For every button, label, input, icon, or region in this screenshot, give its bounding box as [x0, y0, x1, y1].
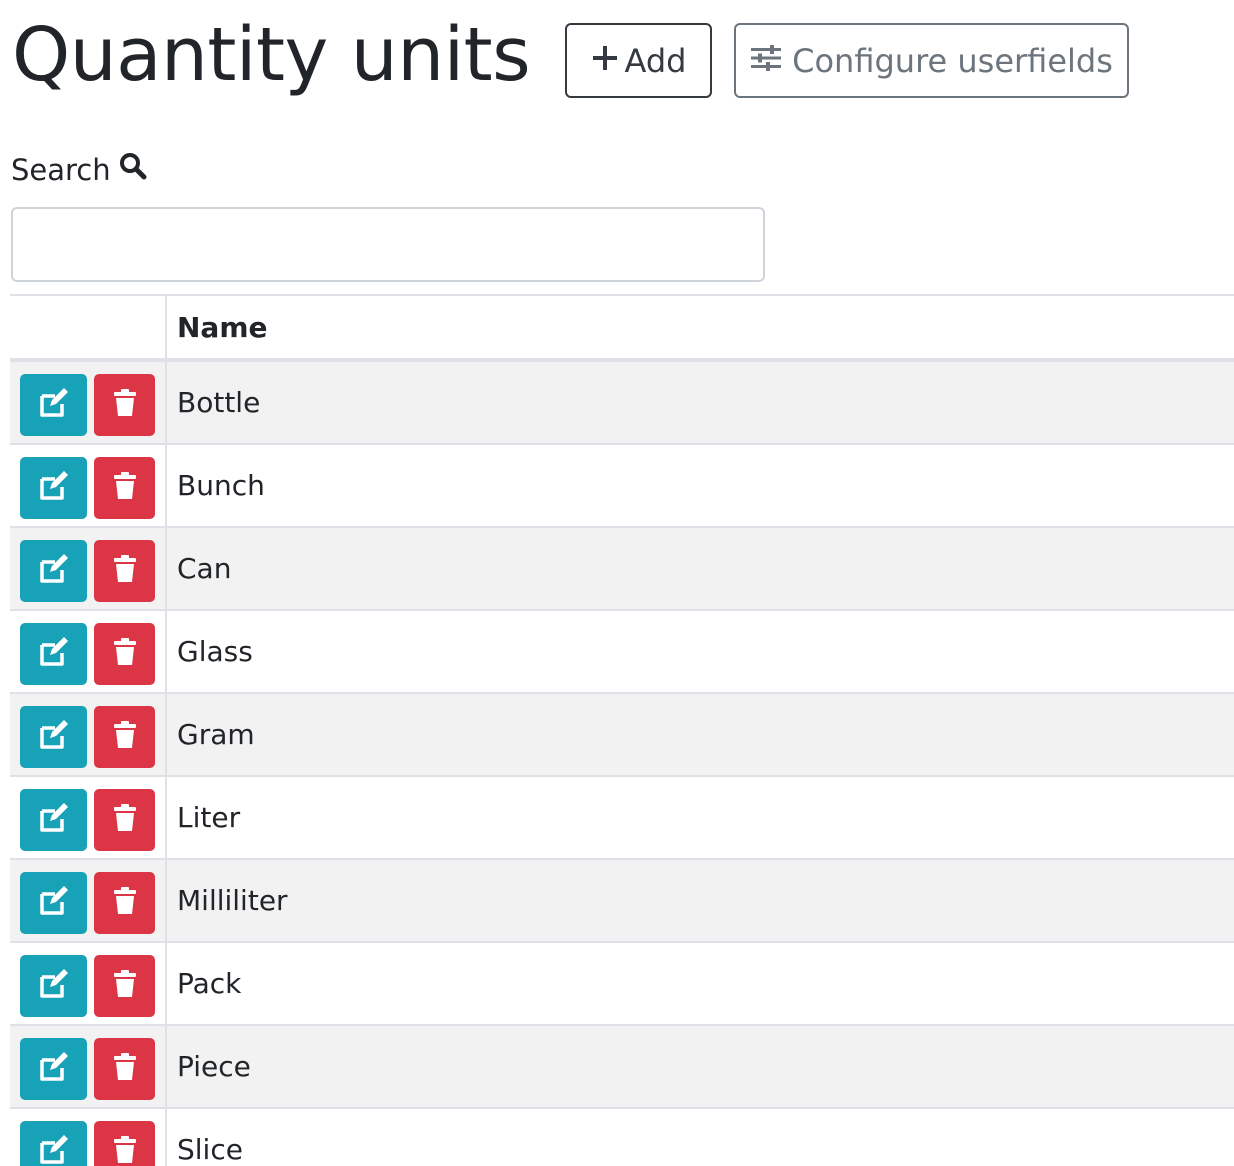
table-header: Name: [10, 294, 1234, 362]
quantity-units-table: Name Bottle Bunch Can Glass Gram Liter Millili…: [10, 294, 1234, 1166]
edit-button[interactable]: [20, 706, 87, 768]
row-actions: [10, 528, 167, 609]
trash-icon: [113, 389, 137, 421]
delete-button[interactable]: [94, 1038, 155, 1100]
table-row: Milliliter: [10, 860, 1234, 943]
unit-name: Glass: [177, 635, 253, 668]
trash-icon: [113, 472, 137, 504]
edit-icon: [38, 803, 70, 837]
edit-icon: [38, 1135, 70, 1166]
row-actions: [10, 1109, 167, 1166]
trash-icon: [113, 1053, 137, 1085]
edit-button[interactable]: [20, 1038, 87, 1100]
unit-name: Pack: [177, 967, 242, 1000]
table-body: Bottle Bunch Can Glass Gram Liter Milliliter Pa…: [10, 362, 1234, 1166]
unit-name: Piece: [177, 1050, 251, 1083]
edit-button[interactable]: [20, 872, 87, 934]
row-actions: [10, 777, 167, 858]
unit-name: Gram: [177, 718, 255, 751]
delete-button[interactable]: [94, 1121, 155, 1166]
search-label: Search: [11, 152, 147, 187]
delete-button[interactable]: [94, 789, 155, 851]
page-title: Quantity units: [12, 12, 531, 98]
edit-button[interactable]: [20, 789, 87, 851]
search-icon: [119, 152, 147, 187]
trash-icon: [113, 721, 137, 753]
edit-button[interactable]: [20, 623, 87, 685]
edit-icon: [38, 471, 70, 505]
delete-button[interactable]: [94, 706, 155, 768]
delete-button[interactable]: [94, 872, 155, 934]
delete-button[interactable]: [94, 955, 155, 1017]
edit-icon: [38, 388, 70, 422]
search-input[interactable]: [11, 207, 765, 282]
unit-name: Liter: [177, 801, 241, 834]
delete-button[interactable]: [94, 623, 155, 685]
edit-icon: [38, 969, 70, 1003]
page: Quantity units Add Configure userfields …: [0, 0, 1234, 1166]
unit-name: Bottle: [177, 386, 261, 419]
trash-icon: [113, 804, 137, 836]
table-row: Gram: [10, 694, 1234, 777]
trash-icon: [113, 970, 137, 1002]
edit-icon: [38, 554, 70, 588]
table-row: Liter: [10, 777, 1234, 860]
trash-icon: [113, 1136, 137, 1166]
table-row: Slice: [10, 1109, 1234, 1166]
unit-name: Can: [177, 552, 232, 585]
trash-icon: [113, 887, 137, 919]
unit-name: Slice: [177, 1133, 243, 1166]
add-button-label: Add: [624, 41, 687, 80]
edit-icon: [38, 637, 70, 671]
plus-icon: [591, 42, 619, 80]
table-row: Pack: [10, 943, 1234, 1026]
row-actions: [10, 445, 167, 526]
edit-button[interactable]: [20, 374, 87, 436]
actions-column-header: [10, 296, 167, 358]
delete-button[interactable]: [94, 540, 155, 602]
row-actions: [10, 611, 167, 692]
delete-button[interactable]: [94, 457, 155, 519]
sliders-icon: [750, 42, 782, 80]
edit-icon: [38, 720, 70, 754]
unit-name: Bunch: [177, 469, 265, 502]
add-button[interactable]: Add: [565, 23, 712, 98]
edit-icon: [38, 1052, 70, 1086]
configure-userfields-label: Configure userfields: [792, 41, 1113, 80]
row-actions: [10, 362, 167, 443]
table-row: Can: [10, 528, 1234, 611]
table-row: Piece: [10, 1026, 1234, 1109]
delete-button[interactable]: [94, 374, 155, 436]
configure-userfields-button[interactable]: Configure userfields: [734, 23, 1129, 98]
name-column-header[interactable]: Name: [177, 296, 268, 358]
edit-button[interactable]: [20, 955, 87, 1017]
row-actions: [10, 1026, 167, 1107]
row-actions: [10, 860, 167, 941]
search-label-text: Search: [11, 152, 111, 187]
trash-icon: [113, 555, 137, 587]
edit-button[interactable]: [20, 1121, 87, 1166]
edit-button[interactable]: [20, 457, 87, 519]
table-row: Bunch: [10, 445, 1234, 528]
table-row: Bottle: [10, 362, 1234, 445]
unit-name: Milliliter: [177, 884, 288, 917]
edit-icon: [38, 886, 70, 920]
row-actions: [10, 694, 167, 775]
table-row: Glass: [10, 611, 1234, 694]
row-actions: [10, 943, 167, 1024]
trash-icon: [113, 638, 137, 670]
edit-button[interactable]: [20, 540, 87, 602]
